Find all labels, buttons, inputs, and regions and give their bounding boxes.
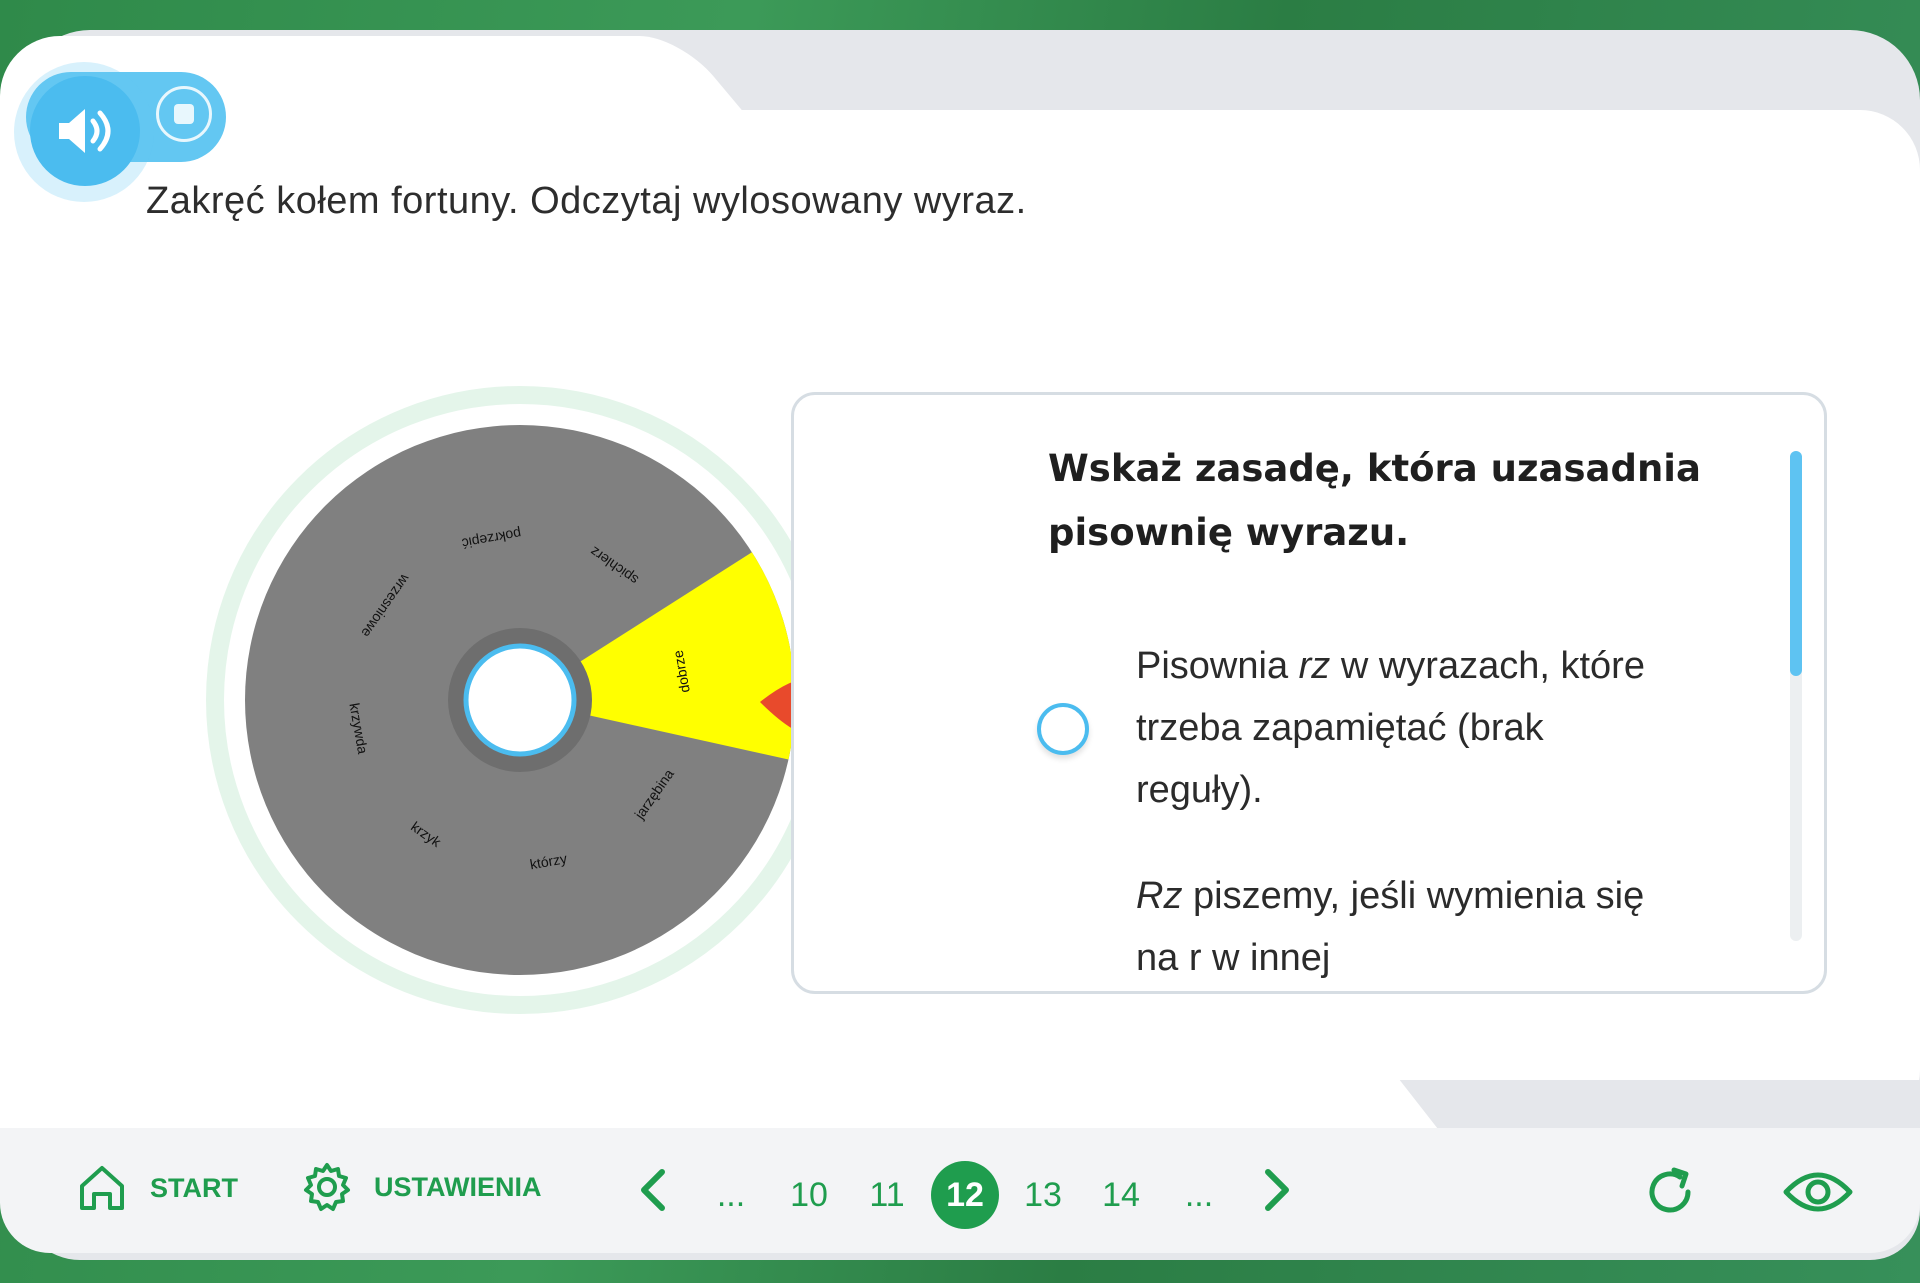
answer-option-2[interactable]: Rz piszemy, jeśli wymienia się na r w in… [1136,865,1676,991]
answer-text-italic: Rz [1136,875,1183,917]
page-10[interactable]: 10 [770,1176,848,1215]
page-13[interactable]: 13 [1004,1176,1082,1215]
fortune-wheel[interactable]: dobrze spichlerz pokrzepić wrzesniowe krzywd… [200,380,840,1020]
scrollbar-thumb[interactable] [1790,451,1802,676]
page-12-current[interactable]: 12 [931,1161,999,1229]
settings-button[interactable]: USTAWIENIA [300,1160,542,1214]
instruction-text: Zakręć kołem fortuny. Odczytaj wylosowan… [146,180,1027,222]
page-ellipsis: ... [716,1175,746,1214]
eye-icon[interactable] [1782,1164,1854,1220]
page-11[interactable]: 11 [848,1176,926,1215]
answer-text-italic: rz [1298,645,1331,687]
start-label: START [150,1172,238,1203]
prev-page-button[interactable] [636,1168,672,1212]
page-ellipsis: ... [1184,1175,1214,1214]
answer-text: Pisownia [1136,645,1299,687]
answer-option-1[interactable]: Pisownia rz w wyrazach, które trzeba zap… [1136,635,1676,821]
speaker-icon [59,109,111,153]
wheel-hub[interactable] [463,643,577,757]
question-panel: Wskaż zasadę, która uzasadnia pisownię w… [791,392,1827,994]
scrollbar[interactable] [1790,451,1802,941]
stop-audio-button[interactable] [156,86,212,142]
settings-label: USTAWIENIA [374,1171,542,1202]
start-button[interactable]: START [74,1160,238,1216]
stop-icon [174,104,194,124]
answer-radio-1[interactable] [1037,703,1089,755]
reload-icon[interactable] [1640,1162,1700,1222]
play-audio-button[interactable] [30,76,140,186]
gear-icon [304,1163,350,1211]
question-text: Wskaż zasadę, która uzasadnia pisownię w… [1048,447,1701,554]
wheel-svg: dobrzespichlerzpokrzepićwrzesniowekrzywd… [206,386,840,1014]
answer-text: piszemy, jeśli wymienia się na r w innej [1136,875,1645,979]
home-icon [80,1166,124,1210]
next-page-button[interactable] [1258,1168,1294,1212]
page-14[interactable]: 14 [1082,1176,1160,1215]
pagination: ... 10 11 12 13 14 ... [692,1160,1238,1230]
